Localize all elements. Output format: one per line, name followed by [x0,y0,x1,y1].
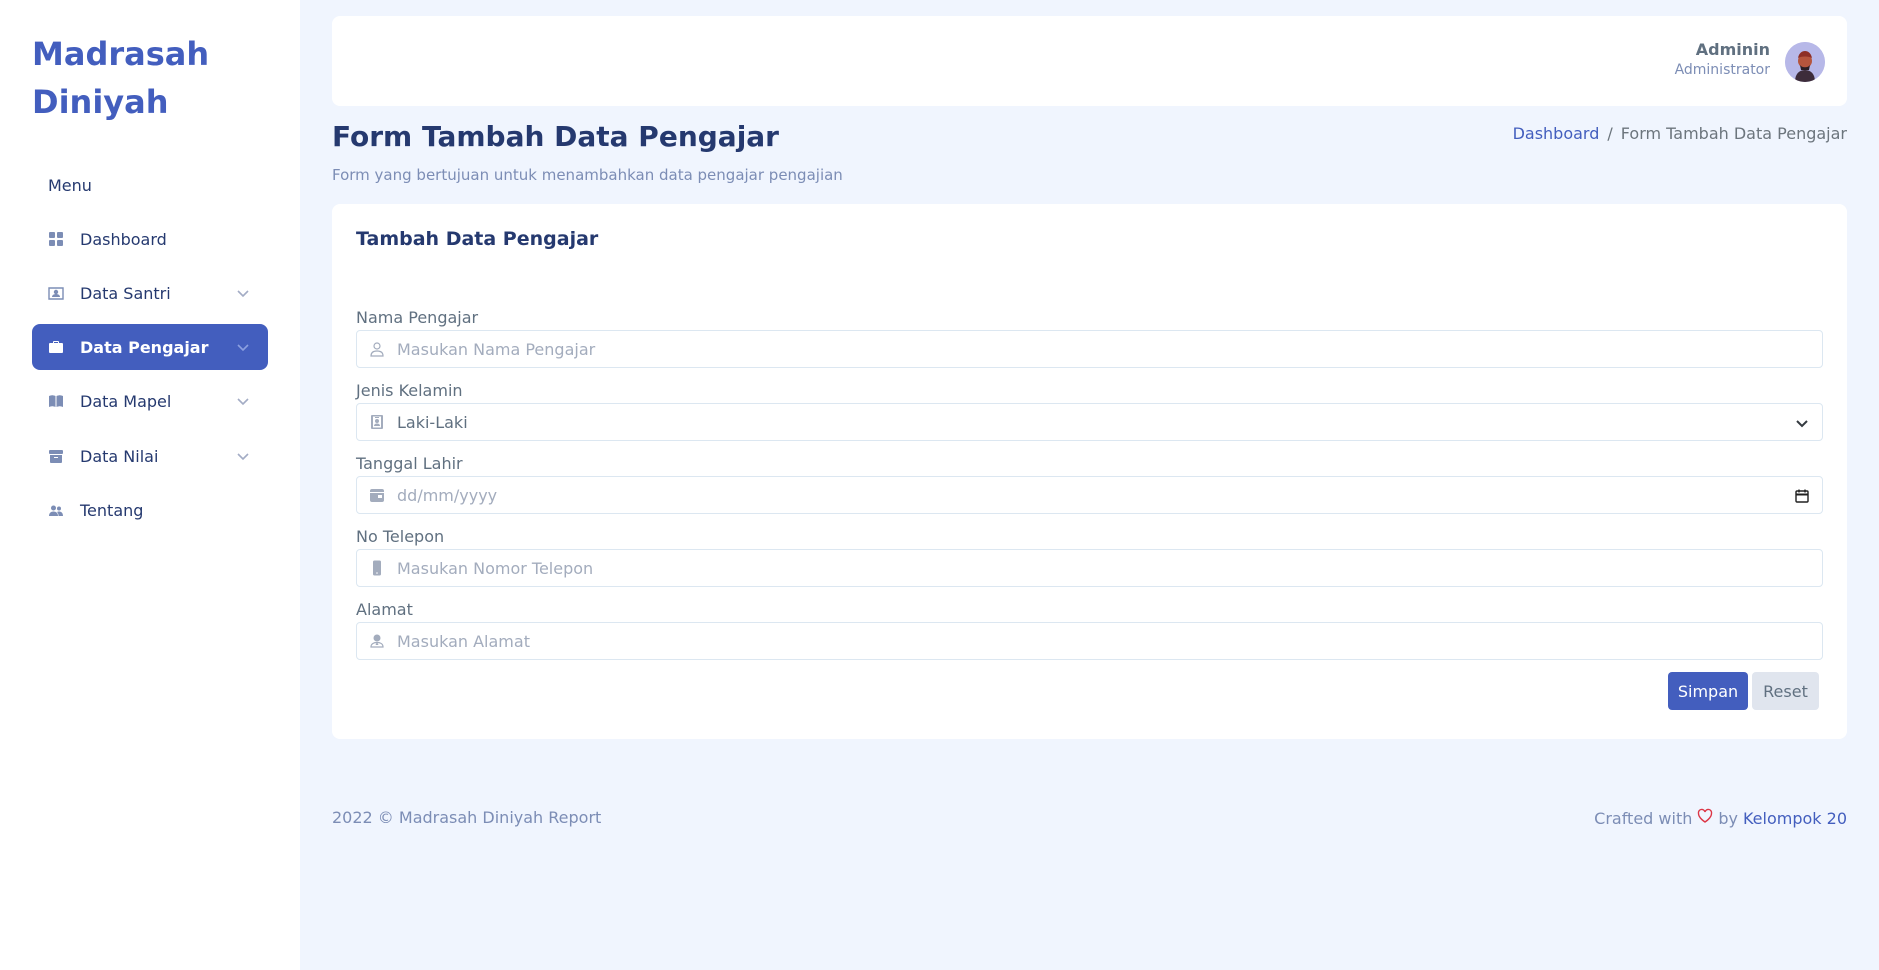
book-icon [47,392,65,410]
footer-team-link[interactable]: Kelompok 20 [1743,809,1847,828]
person-icon [368,340,386,358]
avatar[interactable] [1785,42,1825,82]
tanggal-lahir-input[interactable] [397,477,1822,513]
footer-by-text: by [1718,808,1738,828]
reset-button[interactable]: Reset [1752,672,1819,710]
alamat-label: Alamat [356,600,413,619]
footer-copyright: 2022 © Madrasah Diniyah Report [332,808,602,827]
telepon-label: No Telepon [356,527,445,546]
sidebar-item-label: Data Mapel [80,391,172,411]
tanggal-lahir-label: Tanggal Lahir [356,454,463,473]
card-title: Tambah Data Pengajar [356,228,599,250]
form-card: Tambah Data Pengajar Nama Pengajar Jenis… [332,204,1847,739]
calendar-picker-icon[interactable] [1794,488,1810,504]
user-name[interactable]: Adminin [1696,40,1770,59]
sidebar-item-data-mapel[interactable]: Data Mapel [32,378,268,424]
telepon-input[interactable] [397,550,1822,586]
sidebar: Madrasah Diniyah Menu Dashboard Data San… [0,0,300,970]
nama-input[interactable] [397,331,1822,367]
user-role: Administrator [1674,62,1770,78]
nama-label: Nama Pengajar [356,308,479,327]
page-subtitle: Form yang bertujuan untuk menambahkan da… [332,166,843,184]
jenis-kelamin-label: Jenis Kelamin [356,381,463,400]
sidebar-item-label: Dashboard [80,229,167,249]
nama-field [356,330,1823,368]
person-badge-icon [368,413,386,431]
sidebar-item-dashboard[interactable]: Dashboard [32,216,268,262]
alamat-field [356,622,1823,660]
chevron-down-icon [236,448,250,462]
people-icon [47,501,65,519]
sidebar-item-data-pengajar[interactable]: Data Pengajar [32,324,268,370]
chevron-down-icon [236,339,250,353]
alamat-input[interactable] [397,623,1822,659]
jenis-kelamin-value: Laki-Laki [397,412,468,432]
grid-icon [47,230,65,248]
sidebar-item-label: Data Santri [80,283,171,303]
menu-title: Menu [48,176,92,195]
calendar-icon [368,486,386,504]
footer-crafted-text: Crafted with [1594,808,1693,828]
sidebar-item-tentang[interactable]: Tentang [32,487,268,533]
archive-icon [47,447,65,465]
tanggal-lahir-field [356,476,1823,514]
save-button[interactable]: Simpan [1668,672,1748,710]
page-title: Form Tambah Data Pengajar [332,120,779,153]
chevron-down-icon [236,393,250,407]
sidebar-item-data-santri[interactable]: Data Santri [32,270,268,316]
heart-icon [1697,808,1713,828]
sidebar-item-label: Tentang [80,500,144,520]
sidebar-item-label: Data Pengajar [80,337,209,357]
breadcrumb-separator: / [1607,124,1613,143]
top-header: Adminin Administrator [332,16,1847,106]
breadcrumb-current: Form Tambah Data Pengajar [1620,124,1847,143]
person-badge-icon [47,284,65,302]
person-location-icon [368,632,386,650]
chevron-down-icon [1794,415,1810,431]
sidebar-item-data-nilai[interactable]: Data Nilai [32,433,268,479]
phone-icon [368,559,386,577]
chevron-down-icon [236,285,250,299]
brand-logo-text[interactable]: Madrasah Diniyah [32,30,252,126]
briefcase-icon [47,338,65,356]
sidebar-item-label: Data Nilai [80,446,159,466]
breadcrumb-home-link[interactable]: Dashboard [1513,124,1600,143]
footer-credit: Crafted with by Kelompok 20 [1594,808,1847,828]
telepon-field [356,549,1823,587]
breadcrumb: Dashboard / Form Tambah Data Pengajar [1513,124,1847,143]
jenis-kelamin-select[interactable]: Laki-Laki [356,403,1823,441]
